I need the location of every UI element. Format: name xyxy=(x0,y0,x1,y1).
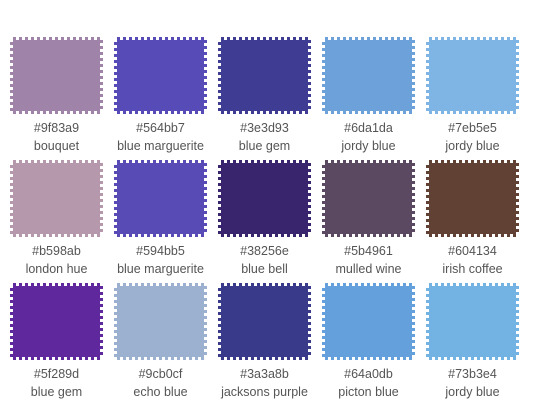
color-hex-label: #564bb7 xyxy=(136,121,185,135)
color-hex-label: #594bb5 xyxy=(136,244,185,258)
color-hex-label: #3a3a8b xyxy=(240,367,289,381)
color-card[interactable]: #3e3d93 blue gem xyxy=(215,36,314,159)
stamp-shape xyxy=(322,283,415,360)
color-swatch[interactable] xyxy=(425,159,520,238)
color-hex-label: #73b3e4 xyxy=(448,367,497,381)
stamp-fill xyxy=(114,283,207,360)
color-hex-label: #b598ab xyxy=(32,244,81,258)
stamp-shape xyxy=(218,160,311,237)
color-name-label: blue marguerite xyxy=(117,139,204,153)
color-swatch[interactable] xyxy=(113,282,208,361)
stamp-shape xyxy=(10,37,103,114)
color-hex-label: #5b4961 xyxy=(344,244,393,258)
color-name-label: blue gem xyxy=(238,139,291,153)
color-swatch[interactable] xyxy=(321,36,416,115)
stamp-shape xyxy=(322,160,415,237)
stamp-shape xyxy=(322,37,415,114)
stamp-shape xyxy=(114,160,207,237)
color-hex-label: #7eb5e5 xyxy=(448,121,497,135)
stamp-shape xyxy=(10,160,103,237)
stamp-fill xyxy=(218,37,311,114)
color-name-label: blue bell xyxy=(241,262,288,276)
stamp-shape xyxy=(114,37,207,114)
stamp-fill xyxy=(426,283,519,360)
stamp-shape xyxy=(426,37,519,114)
color-card[interactable]: #5f289d blue gem xyxy=(7,282,106,405)
color-card[interactable]: #9f83a9 bouquet xyxy=(7,36,106,159)
stamp-shape xyxy=(10,283,103,360)
color-card[interactable]: #b598ab london hue xyxy=(7,159,106,282)
color-name-label: blue gem xyxy=(30,385,83,399)
color-name-label: mulled wine xyxy=(335,262,402,276)
color-card[interactable]: #7eb5e5 jordy blue xyxy=(423,36,522,159)
stamp-shape xyxy=(426,160,519,237)
color-card[interactable]: #564bb7 blue marguerite xyxy=(111,36,210,159)
color-swatch[interactable] xyxy=(217,36,312,115)
color-swatch-grid: #9f83a9 bouquet #564bb7 blue marguerite … xyxy=(7,36,522,405)
color-card[interactable]: #64a0db picton blue xyxy=(319,282,418,405)
stamp-fill xyxy=(322,283,415,360)
color-swatch[interactable] xyxy=(217,159,312,238)
color-card[interactable]: #6da1da jordy blue xyxy=(319,36,418,159)
stamp-fill xyxy=(426,37,519,114)
color-name-label: echo blue xyxy=(133,385,188,399)
stamp-fill xyxy=(10,283,103,360)
stamp-fill xyxy=(10,37,103,114)
color-swatch[interactable] xyxy=(321,282,416,361)
color-hex-label: #6da1da xyxy=(344,121,393,135)
stamp-shape xyxy=(426,283,519,360)
color-card[interactable]: #9cb0cf echo blue xyxy=(111,282,210,405)
color-name-label: jordy blue xyxy=(445,139,500,153)
stamp-fill xyxy=(322,160,415,237)
color-swatch[interactable] xyxy=(113,159,208,238)
color-swatch[interactable] xyxy=(113,36,208,115)
color-name-label: bouquet xyxy=(33,139,80,153)
color-name-label: blue marguerite xyxy=(117,262,204,276)
color-name-label: london hue xyxy=(25,262,88,276)
stamp-fill xyxy=(114,37,207,114)
color-hex-label: #604134 xyxy=(448,244,497,258)
color-name-label: picton blue xyxy=(338,385,399,399)
color-card[interactable]: #5b4961 mulled wine xyxy=(319,159,418,282)
color-card[interactable]: #604134 irish coffee xyxy=(423,159,522,282)
stamp-fill xyxy=(426,160,519,237)
stamp-fill xyxy=(322,37,415,114)
color-card[interactable]: #594bb5 blue marguerite xyxy=(111,159,210,282)
color-card[interactable]: #3a3a8b jacksons purple xyxy=(215,282,314,405)
color-swatch[interactable] xyxy=(425,36,520,115)
color-hex-label: #9cb0cf xyxy=(138,367,183,381)
color-name-label: irish coffee xyxy=(442,262,503,276)
color-name-label: jordy blue xyxy=(341,139,396,153)
stamp-fill xyxy=(10,160,103,237)
color-hex-label: #3e3d93 xyxy=(240,121,289,135)
color-swatch[interactable] xyxy=(321,159,416,238)
color-hex-label: #9f83a9 xyxy=(33,121,80,135)
color-hex-label: #5f289d xyxy=(33,367,80,381)
color-swatch[interactable] xyxy=(9,159,104,238)
color-swatch[interactable] xyxy=(9,282,104,361)
stamp-fill xyxy=(114,160,207,237)
stamp-shape xyxy=(114,283,207,360)
color-swatch[interactable] xyxy=(217,282,312,361)
stamp-shape xyxy=(218,283,311,360)
color-card[interactable]: #38256e blue bell xyxy=(215,159,314,282)
stamp-shape xyxy=(218,37,311,114)
color-swatch[interactable] xyxy=(9,36,104,115)
stamp-fill xyxy=(218,160,311,237)
color-hex-label: #64a0db xyxy=(344,367,393,381)
stamp-fill xyxy=(218,283,311,360)
color-card[interactable]: #73b3e4 jordy blue xyxy=(423,282,522,405)
color-name-label: jordy blue xyxy=(445,385,500,399)
color-swatch[interactable] xyxy=(425,282,520,361)
color-hex-label: #38256e xyxy=(240,244,289,258)
color-name-label: jacksons purple xyxy=(221,385,308,399)
